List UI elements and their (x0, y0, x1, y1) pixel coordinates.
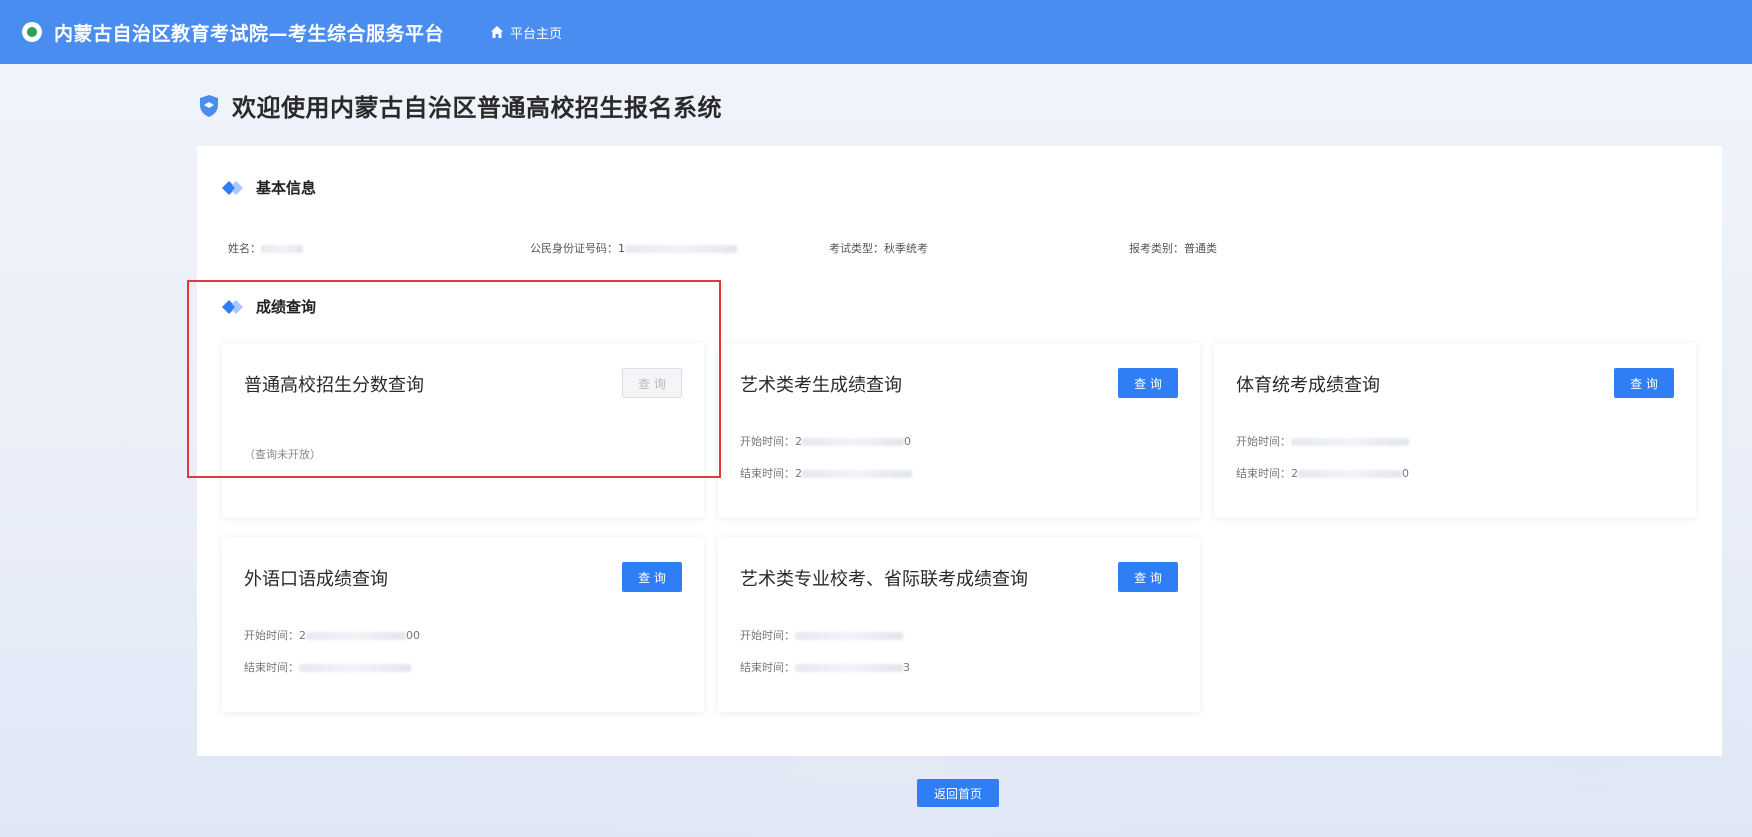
basic-info-title-text: 基本信息 (256, 179, 317, 197)
name-value-redacted (261, 245, 303, 253)
page-root: 内蒙古自治区教育考试院—考生综合服务平台 平台主页 欢迎使用内蒙古自治区普通高校… (0, 0, 1752, 837)
exam-type-value: 秋季统考 (884, 242, 928, 255)
diamond-icon (222, 180, 244, 195)
start-time-label: 开始时间： (1236, 435, 1291, 448)
basic-info-row: 姓名： 公民身份证号码：1 考试类型：秋季统考 报考类别：普通类 (228, 240, 1678, 260)
id-label: 公民身份证号码： (530, 242, 618, 255)
top-bar: 内蒙古自治区教育考试院—考生综合服务平台 平台主页 (0, 0, 1752, 64)
query-button[interactable]: 查 询 (1118, 368, 1178, 398)
end-time: 结束时间： (244, 659, 411, 675)
basic-info-section-title: 基本信息 (222, 177, 316, 198)
start-time-prefix: 2 (299, 629, 306, 642)
score-card-sports: 体育统考成绩查询 查 询 开始时间： 结束时间：2 0 (1214, 343, 1696, 518)
page-title: 欢迎使用内蒙古自治区普通高校招生报名系统 (232, 94, 722, 122)
end-time-label: 结束时间： (740, 661, 795, 674)
start-time-prefix: 2 (795, 435, 802, 448)
end-time-redacted (795, 664, 903, 672)
start-time-redacted (802, 438, 904, 446)
end-time-redacted (299, 664, 411, 672)
exam-type-field: 考试类型：秋季统考 (829, 240, 928, 256)
end-time-suffix: 3 (903, 661, 910, 674)
start-time: 开始时间：2 0 (740, 433, 911, 449)
start-time: 开始时间： (1236, 433, 1409, 449)
start-time-redacted (1291, 438, 1409, 446)
end-time-label: 结束时间： (244, 661, 299, 674)
start-time-label: 开始时间： (740, 629, 795, 642)
card-title: 外语口语成绩查询 (244, 569, 388, 590)
score-card-oral-language: 外语口语成绩查询 查 询 开始时间：2 00 结束时间： (222, 537, 704, 712)
end-time-prefix: 2 (795, 467, 802, 480)
id-prefix: 1 (618, 242, 625, 255)
page-heading: 欢迎使用内蒙古自治区普通高校招生报名系统 (198, 88, 722, 123)
site-title: 内蒙古自治区教育考试院—考生综合服务平台 (54, 22, 445, 45)
card-title: 艺术类考生成绩查询 (740, 375, 902, 396)
score-card-art: 艺术类考生成绩查询 查 询 开始时间：2 0 结束时间：2 (718, 343, 1200, 518)
id-number-field: 公民身份证号码：1 (530, 240, 737, 256)
end-time-suffix: 0 (1402, 467, 1409, 480)
start-time-label: 开始时间： (244, 629, 299, 642)
end-time-label: 结束时间： (1236, 467, 1291, 480)
start-time-suffix: 00 (406, 629, 420, 642)
start-time-redacted (306, 632, 406, 640)
start-time: 开始时间：2 00 (244, 627, 420, 643)
back-to-home-button[interactable]: 返回首页 (917, 779, 999, 807)
end-time-redacted (1298, 470, 1402, 478)
name-field: 姓名： (228, 240, 303, 256)
end-time: 结束时间：2 (740, 465, 912, 481)
start-time: 开始时间： (740, 627, 903, 643)
end-time-label: 结束时间： (740, 467, 795, 480)
end-time: 结束时间： 3 (740, 659, 910, 675)
start-time-redacted (795, 632, 903, 640)
exam-type-label: 考试类型： (829, 242, 884, 255)
query-button[interactable]: 查 询 (1118, 562, 1178, 592)
card-title: 艺术类专业校考、省际联考成绩查询 (740, 569, 1028, 590)
highlight-annotation-box (187, 280, 721, 478)
name-label: 姓名： (228, 242, 261, 255)
start-time-label: 开始时间： (740, 435, 795, 448)
home-icon (490, 25, 504, 39)
shield-icon (198, 94, 220, 118)
category-label: 报考类别： (1129, 242, 1184, 255)
card-title: 体育统考成绩查询 (1236, 375, 1380, 396)
end-time: 结束时间：2 0 (1236, 465, 1409, 481)
platform-home-link[interactable]: 平台主页 (490, 23, 562, 42)
query-button[interactable]: 查 询 (622, 562, 682, 592)
category-field: 报考类别：普通类 (1129, 240, 1217, 256)
query-button[interactable]: 查 询 (1614, 368, 1674, 398)
start-time-suffix: 0 (904, 435, 911, 448)
id-value-redacted (625, 245, 737, 253)
score-card-art-professional: 艺术类专业校考、省际联考成绩查询 查 询 开始时间： 结束时间： 3 (718, 537, 1200, 712)
end-time-redacted (802, 470, 912, 478)
category-value: 普通类 (1184, 242, 1217, 255)
end-time-prefix: 2 (1291, 467, 1298, 480)
home-link-label: 平台主页 (510, 26, 563, 42)
logo-icon (22, 22, 42, 42)
